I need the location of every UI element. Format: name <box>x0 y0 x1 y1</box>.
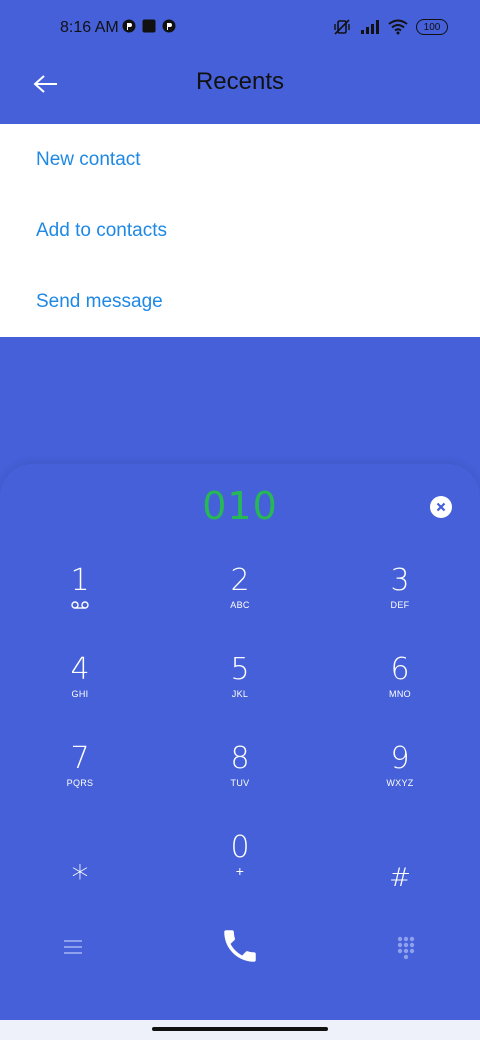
key-3[interactable]: 3 DEF <box>320 564 480 653</box>
key-letters: DEF <box>390 600 410 610</box>
key-letters: PQRS <box>66 778 94 788</box>
send-message-item[interactable]: Send message <box>0 266 480 337</box>
key-digit: 3 <box>390 563 410 598</box>
close-icon <box>436 502 446 512</box>
key-digit: # <box>389 862 411 893</box>
key-digit: 4 <box>70 652 90 687</box>
call-button[interactable] <box>214 920 266 972</box>
notification-icons <box>122 19 176 33</box>
key-letters: TUV <box>230 778 250 788</box>
key-8[interactable]: 8 TUV <box>160 742 320 831</box>
key-9[interactable]: 9 WXYZ <box>320 742 480 831</box>
key-1[interactable]: 1 <box>0 564 160 653</box>
battery-indicator: 100 <box>416 19 448 35</box>
key-4[interactable]: 4 GHI <box>0 653 160 742</box>
dialpad-toggle-button[interactable] <box>392 934 420 962</box>
system-icons: 100 <box>332 18 448 36</box>
page-title: Recents <box>195 68 285 95</box>
key-letters: WXYZ <box>386 778 414 788</box>
key-letters: JKL <box>231 689 249 699</box>
wifi-icon <box>388 19 408 35</box>
status-bar: 8:16 AM 100 <box>0 0 480 56</box>
key-5[interactable]: 5 JKL <box>160 653 320 742</box>
app-notification-icon <box>122 19 136 33</box>
key-0[interactable]: 0 + <box>160 831 320 920</box>
key-digit: * <box>71 857 89 898</box>
home-indicator[interactable] <box>152 1027 328 1031</box>
key-letters: ABC <box>230 600 250 610</box>
phone-icon <box>224 930 256 962</box>
mute-vibrate-icon <box>334 19 350 35</box>
signal-icon <box>361 20 379 34</box>
key-star[interactable]: * <box>0 831 160 920</box>
app-notification-icon-2 <box>162 19 176 33</box>
key-digit: 6 <box>390 652 410 687</box>
key-row: 1 2 ABC 3 DEF <box>0 564 480 653</box>
dialpad-icon <box>397 936 415 960</box>
key-row: 7 PQRS 8 TUV 9 WXYZ <box>0 742 480 831</box>
key-letters: GHI <box>71 689 89 699</box>
dialpad-panel: 010 1 2 ABC 3 DEF 4 GHI 5 JKL 6 MNO 7 PQ… <box>0 464 480 1020</box>
key-digit: 7 <box>70 741 90 776</box>
new-contact-item[interactable]: New contact <box>0 124 480 195</box>
key-digit: 2 <box>230 563 250 598</box>
navigation-bar <box>0 1020 480 1040</box>
square-notification-icon <box>142 19 156 33</box>
key-row: 4 GHI 5 JKL 6 MNO <box>0 653 480 742</box>
menu-icon <box>64 940 82 954</box>
voicemail-icon <box>71 599 89 611</box>
key-6[interactable]: 6 MNO <box>320 653 480 742</box>
key-letters: MNO <box>389 689 411 699</box>
key-7[interactable]: 7 PQRS <box>0 742 160 831</box>
status-time: 8:16 AM <box>60 19 119 36</box>
key-letters: + <box>235 863 245 879</box>
key-digit: 1 <box>70 563 90 598</box>
key-digit: 8 <box>230 741 250 776</box>
key-hash[interactable]: # <box>320 831 480 920</box>
dialer-actions <box>0 916 480 976</box>
key-digit: 9 <box>390 741 410 776</box>
options-menu: New contact Add to contacts Send message <box>0 124 480 337</box>
dialed-number: 010 <box>202 484 278 528</box>
key-row: * 0 + # <box>0 831 480 920</box>
keypad: 1 2 ABC 3 DEF 4 GHI 5 JKL 6 MNO 7 PQRS 8… <box>0 564 480 920</box>
add-to-contacts-item[interactable]: Add to contacts <box>0 195 480 266</box>
clear-button[interactable] <box>430 496 452 518</box>
key-2[interactable]: 2 ABC <box>160 564 320 653</box>
key-digit: 5 <box>230 652 250 687</box>
menu-button[interactable] <box>58 934 88 960</box>
key-digit: 0 <box>230 830 250 865</box>
app-header: Recents <box>0 56 480 124</box>
